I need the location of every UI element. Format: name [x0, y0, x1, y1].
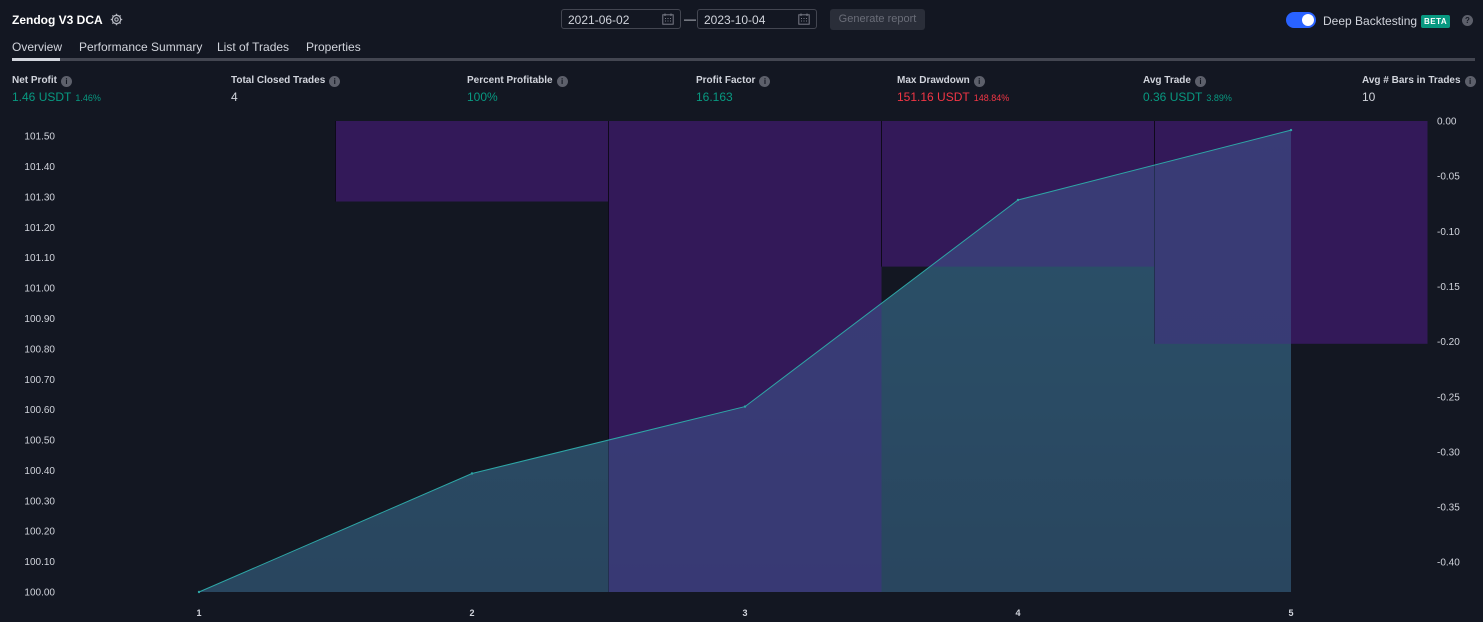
left-axis-tick-label: 100.20 — [24, 527, 55, 538]
left-axis-tick-label: 100.50 — [24, 436, 55, 447]
right-axis-tick-label: -0.40 — [1437, 558, 1460, 569]
metric-percent: 148.84% — [973, 93, 1010, 103]
tab-list-of-trades[interactable]: List of Trades — [217, 40, 289, 54]
gear-icon[interactable] — [110, 13, 123, 26]
calendar-icon[interactable] — [662, 13, 674, 25]
metric-label: Percent Profitable — [467, 75, 553, 86]
left-axis-tick-label: 101.40 — [24, 162, 55, 173]
equity-drawdown-chart[interactable]: 100.00 100.10 100.20 100.30 100.40 100.50 100.… — [0, 110, 1483, 622]
tab-properties[interactable]: Properties — [306, 40, 361, 54]
strategy-title: Zendog V3 DCA — [12, 13, 103, 27]
metric-percent: 3.89% — [1206, 93, 1232, 103]
metric-percent-profitable: Percent Profitable i 100% — [467, 75, 568, 104]
left-axis-tick-label: 100.30 — [24, 496, 55, 507]
metric-percent: 1.46% — [75, 93, 101, 103]
metric-value: 10 — [1362, 90, 1376, 104]
report-header: Zendog V3 DCA 2021-06-02 — 2023-10-04 Ge… — [0, 0, 1483, 40]
date-separator: — — [684, 12, 696, 26]
right-axis-tick-label: -0.25 — [1437, 392, 1460, 403]
left-axis-tick-label: 100.80 — [24, 344, 55, 355]
metric-label: Net Profit — [12, 75, 57, 86]
tab-performance-summary[interactable]: Performance Summary — [79, 40, 202, 54]
metric-value: 151.16 USDT — [897, 90, 970, 104]
deep-backtesting-toggle[interactable] — [1286, 12, 1316, 28]
info-icon[interactable]: i — [329, 76, 341, 87]
metric-value: 0.36 USDT — [1143, 90, 1203, 104]
equity-point[interactable] — [197, 590, 201, 594]
left-axis-tick-label: 101.00 — [24, 284, 55, 295]
equity-point[interactable] — [470, 472, 474, 475]
right-axis-tick-label: -0.15 — [1437, 282, 1460, 293]
metric-value: 4 — [231, 90, 238, 104]
right-axis-tick-label: 0.00 — [1437, 117, 1457, 128]
info-icon[interactable]: i — [1194, 76, 1206, 87]
x-axis-tick-label: 3 — [742, 608, 747, 618]
metric-label: Max Drawdown — [897, 75, 970, 86]
left-axis-tick-label: 101.30 — [24, 193, 55, 204]
right-axis-tick-label: -0.35 — [1437, 503, 1460, 514]
info-icon[interactable]: i — [1464, 76, 1476, 87]
info-icon[interactable]: i — [556, 76, 568, 87]
metric-value: 1.46 USDT — [12, 90, 72, 104]
metric-max-drawdown: Max Drawdown i 151.16 USDT 148.84% — [897, 75, 1009, 104]
right-axis-tick-label: -0.20 — [1437, 337, 1460, 348]
date-to-value: 2023-10-04 — [704, 13, 766, 27]
left-axis-tick-label: 101.10 — [24, 253, 55, 264]
left-axis-tick-label: 100.10 — [24, 557, 55, 568]
left-axis-tick-label: 100.40 — [24, 466, 55, 477]
date-from-input[interactable]: 2021-06-02 — [561, 9, 681, 29]
calendar-icon[interactable] — [798, 13, 810, 25]
equity-point[interactable] — [743, 405, 747, 408]
info-icon[interactable]: i — [61, 76, 72, 87]
left-axis-tick-label: 101.50 — [24, 132, 55, 143]
info-icon[interactable]: i — [973, 76, 985, 87]
metric-label: Avg Trade — [1143, 75, 1191, 86]
right-axis-tick-label: -0.30 — [1437, 447, 1460, 458]
metric-label: Avg # Bars in Trades — [1362, 75, 1461, 86]
tab-overview[interactable]: Overview — [12, 40, 62, 54]
left-axis-tick-label: 100.60 — [24, 405, 55, 416]
right-axis-tick-label: -0.10 — [1437, 227, 1460, 238]
metric-avg-trade: Avg Trade i 0.36 USDT 3.89% — [1143, 75, 1232, 104]
right-axis-tick-label: -0.05 — [1437, 172, 1460, 183]
help-icon[interactable]: ? — [1462, 15, 1473, 26]
x-axis-tick-label: 2 — [469, 608, 474, 618]
left-axis-tick-label: 100.00 — [24, 588, 55, 599]
left-axis-tick-label: 101.20 — [24, 223, 55, 234]
info-icon[interactable]: i — [759, 76, 771, 87]
active-tab-indicator — [12, 58, 60, 61]
x-axis-tick-label: 4 — [1015, 608, 1020, 618]
metric-label: Profit Factor — [696, 75, 756, 86]
equity-point[interactable] — [1016, 198, 1020, 202]
x-axis-tick-label: 1 — [196, 608, 201, 618]
left-axis-tick-label: 100.90 — [24, 314, 55, 325]
date-from-value: 2021-06-02 — [568, 13, 630, 27]
metric-label: Total Closed Trades — [231, 75, 326, 86]
generate-report-button[interactable]: Generate report — [830, 9, 925, 30]
x-axis-tick-label: 5 — [1288, 608, 1293, 618]
metric-profit-factor: Profit Factor i 16.163 — [696, 75, 771, 104]
beta-badge: BETA — [1421, 15, 1451, 28]
metric-value: 100% — [467, 90, 498, 104]
toggle-knob — [1302, 14, 1314, 26]
deep-backtesting-label: Deep Backtesting — [1323, 14, 1418, 28]
metric-avg-bars-in-trades: Avg # Bars in Trades i 10 — [1362, 75, 1476, 104]
metric-total-closed-trades: Total Closed Trades i 4 — [231, 75, 341, 104]
drawdown-bar[interactable] — [335, 121, 609, 202]
date-to-input[interactable]: 2023-10-04 — [697, 9, 817, 29]
metric-net-profit: Net Profit i 1.46 USDT 1.46% — [12, 75, 101, 104]
metric-value: 16.163 — [696, 90, 733, 104]
tabs-divider — [12, 58, 1475, 61]
left-axis-tick-label: 100.70 — [24, 375, 55, 386]
equity-point[interactable] — [1289, 128, 1293, 132]
